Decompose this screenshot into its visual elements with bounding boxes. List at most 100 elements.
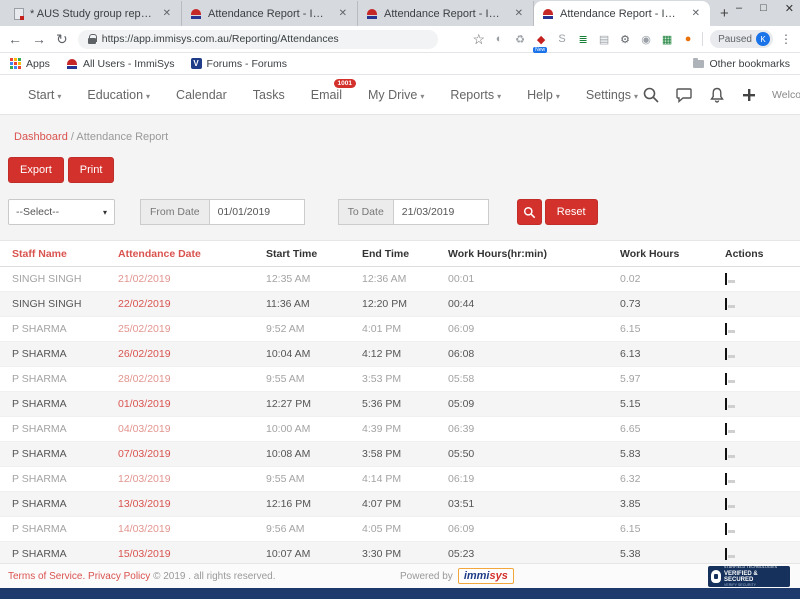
back-icon[interactable]: ← — [8, 31, 22, 47]
menu-reports[interactable]: Reports▾ — [450, 88, 501, 102]
bookmarks-bar: Apps All Users - ImmiSys V Forums - Foru… — [0, 53, 800, 75]
menu-start[interactable]: Start▾ — [28, 88, 61, 102]
col-attendance-date[interactable]: Attendance Date — [106, 248, 254, 260]
bookmark-forums[interactable]: V Forums - Forums — [191, 58, 288, 70]
to-date-group: To Date — [338, 199, 489, 225]
row-actions-button[interactable] — [725, 348, 727, 360]
start-time-cell: 11:36 AM — [254, 298, 350, 310]
row-actions-button[interactable] — [725, 398, 727, 410]
work-hours-cell: 0.73 — [608, 298, 713, 310]
profile-paused-pill[interactable]: Paused K — [710, 30, 773, 48]
site-navbar: Start▾ Education▾ Calendar Tasks Email10… — [0, 75, 800, 115]
row-actions-button[interactable] — [725, 373, 727, 385]
attendance-date-cell: 26/02/2019 — [106, 348, 254, 360]
col-work-hours-hrmin[interactable]: Work Hours(hr:min) — [436, 248, 608, 260]
row-actions-button[interactable] — [725, 548, 727, 560]
verified-secured-seal[interactable]: STARFIELD TECHNOLOGIES VERIFIED & SECURE… — [708, 566, 790, 587]
row-actions-button[interactable] — [725, 523, 727, 535]
browser-tab-1[interactable]: * AUS Study group reporting tha ✕ — [6, 1, 182, 26]
extension-icon-10[interactable]: ● — [681, 33, 695, 45]
menu-email[interactable]: Email1001 — [311, 88, 342, 102]
staff-name-cell: P SHARMA — [0, 523, 106, 535]
to-date-input[interactable] — [393, 199, 489, 225]
chat-icon[interactable] — [675, 86, 693, 104]
menu-settings[interactable]: Settings▾ — [586, 88, 638, 102]
extension-icon-3[interactable]: ◆New — [534, 33, 548, 46]
tab-title: Attendance Report - ImmiSys — [560, 8, 684, 20]
work-hours-cell: 3.85 — [608, 498, 713, 510]
bookmark-all-users[interactable]: All Users - ImmiSys — [66, 58, 175, 70]
browser-tab-2[interactable]: Attendance Report - ImmiSys ✕ — [182, 1, 358, 26]
staff-name-cell: P SHARMA — [0, 323, 106, 335]
search-icon[interactable] — [642, 86, 660, 104]
bookmark-star-icon[interactable]: ☆ — [473, 31, 486, 48]
other-bookmarks[interactable]: Other bookmarks — [693, 58, 790, 70]
filter-bar: --Select-- ▾ From Date To Date Reset — [8, 199, 800, 225]
col-staff-name[interactable]: Staff Name — [0, 248, 106, 260]
row-actions-button[interactable] — [725, 423, 727, 435]
extension-icon-9[interactable]: ▦ — [660, 33, 674, 46]
url-input[interactable]: https://app.immisys.com.au/Reporting/Att… — [78, 30, 438, 49]
forward-icon[interactable]: → — [32, 31, 46, 47]
tab-close-icon[interactable]: ✕ — [337, 8, 349, 19]
menu-help[interactable]: Help▾ — [527, 88, 560, 102]
from-date-group: From Date — [140, 199, 305, 225]
from-date-input[interactable] — [209, 199, 305, 225]
row-actions-button[interactable] — [725, 298, 727, 310]
extension-icon-2[interactable]: ♻ — [513, 33, 527, 46]
privacy-policy-link[interactable]: Privacy Policy — [88, 571, 150, 582]
end-time-cell: 4:05 PM — [350, 523, 436, 535]
reload-icon[interactable]: ↻ — [56, 31, 68, 48]
immisys-logo[interactable]: immisys — [458, 568, 514, 584]
row-actions-button[interactable] — [725, 498, 727, 510]
terms-of-service-link[interactable]: Terms of Service. — [8, 571, 85, 582]
row-actions-button[interactable] — [725, 473, 727, 485]
menu-education[interactable]: Education▾ — [87, 88, 150, 102]
add-icon[interactable] — [741, 87, 757, 103]
col-work-hours[interactable]: Work Hours — [608, 248, 713, 260]
bell-icon[interactable] — [708, 86, 726, 104]
extension-icon-1[interactable]: ◐ — [492, 33, 506, 45]
extension-icon-8[interactable]: ◉ — [639, 33, 653, 46]
tab-close-icon[interactable]: ✕ — [513, 8, 525, 19]
tab-close-icon[interactable]: ✕ — [690, 8, 702, 19]
col-start-time[interactable]: Start Time — [254, 248, 350, 260]
powered-by-label: Powered by — [400, 571, 453, 582]
end-time-cell: 4:12 PM — [350, 348, 436, 360]
browser-tab-3[interactable]: Attendance Report - ImmiSys ✕ — [358, 1, 534, 26]
paused-label: Paused — [718, 34, 752, 45]
breadcrumb-dashboard-link[interactable]: Dashboard — [14, 131, 68, 143]
menu-tasks[interactable]: Tasks — [253, 88, 285, 102]
close-window-button[interactable]: ✕ — [785, 2, 794, 15]
minimize-button[interactable]: – — [736, 2, 742, 15]
tab-title: * AUS Study group reporting tha — [30, 8, 155, 20]
row-actions-button[interactable] — [725, 448, 727, 460]
welcome-account-menu[interactable]: Welcome, info@ausstudygroup.com.au ▾ — [772, 89, 800, 101]
forums-favicon: V — [191, 58, 202, 69]
bookmark-apps[interactable]: Apps — [10, 58, 50, 70]
maximize-button[interactable]: □ — [760, 2, 767, 15]
tab-close-icon[interactable]: ✕ — [161, 8, 173, 19]
chevron-down-icon: ▾ — [634, 92, 638, 101]
export-button[interactable]: Export — [8, 157, 64, 183]
end-time-cell: 12:20 PM — [350, 298, 436, 310]
extension-icon-4[interactable]: S — [555, 33, 569, 45]
reset-button[interactable]: Reset — [545, 199, 598, 225]
row-actions-button[interactable] — [725, 323, 727, 335]
seal-verified: VERIFIED & SECURED — [724, 571, 787, 583]
browser-menu-icon[interactable]: ⋮ — [780, 32, 792, 46]
bookmark-label: Forums - Forums — [207, 58, 288, 70]
browser-tab-4-active[interactable]: Attendance Report - ImmiSys ✕ — [534, 1, 710, 26]
search-button[interactable] — [517, 199, 542, 225]
extension-icon-6[interactable]: ▤ — [597, 33, 611, 46]
menu-my-drive[interactable]: My Drive▾ — [368, 88, 424, 102]
staff-name-cell: SINGH SINGH — [0, 298, 106, 310]
menu-calendar[interactable]: Calendar — [176, 88, 227, 102]
print-button[interactable]: Print — [68, 157, 115, 183]
col-end-time[interactable]: End Time — [350, 248, 436, 260]
staff-select-dropdown[interactable]: --Select-- ▾ — [8, 199, 115, 225]
extension-icon-7[interactable]: ⚙ — [618, 33, 632, 46]
extension-icon-5[interactable]: ≣ — [576, 33, 590, 46]
work-hours-hrmin-cell: 06:08 — [436, 348, 608, 360]
row-actions-button[interactable] — [725, 273, 727, 285]
